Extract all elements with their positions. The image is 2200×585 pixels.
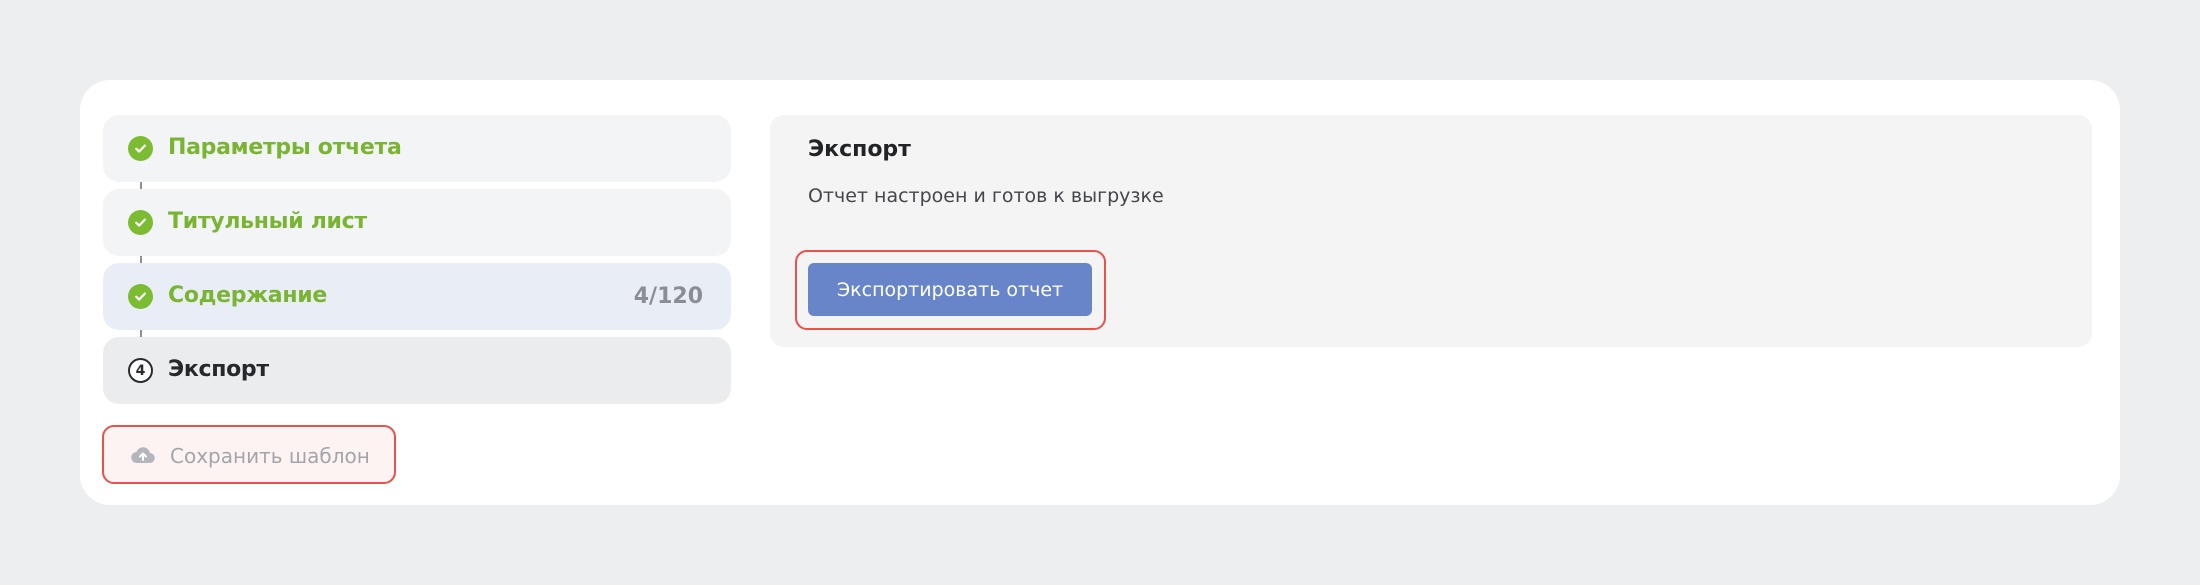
step-title-page[interactable]: Титульный лист (103, 189, 731, 256)
step-label: Содержание (168, 283, 327, 308)
check-circle-icon (128, 284, 153, 309)
step-report-parameters[interactable]: Параметры отчета (103, 115, 731, 182)
save-template-label: Сохранить шаблон (170, 444, 370, 468)
step-number-icon: 4 (128, 358, 153, 383)
step-label: Экспорт (168, 357, 269, 382)
report-wizard-card: Параметры отчета Титульный лист Содержан… (80, 80, 2120, 505)
export-title: Экспорт (808, 137, 911, 162)
export-report-button[interactable]: Экспортировать отчет (808, 263, 1092, 316)
export-panel: Экспорт Отчет настроен и готов к выгрузк… (770, 115, 2092, 347)
export-description: Отчет настроен и готов к выгрузке (808, 185, 1164, 207)
step-label: Титульный лист (168, 209, 367, 234)
check-circle-icon (128, 136, 153, 161)
save-template-button[interactable]: Сохранить шаблон (102, 425, 396, 484)
cloud-upload-icon (131, 446, 155, 468)
step-contents[interactable]: Содержание 4/120 (103, 263, 731, 330)
step-label: Параметры отчета (168, 135, 402, 160)
step-count: 4/120 (633, 284, 703, 309)
step-export[interactable]: 4 Экспорт (103, 337, 731, 404)
check-circle-icon (128, 210, 153, 235)
